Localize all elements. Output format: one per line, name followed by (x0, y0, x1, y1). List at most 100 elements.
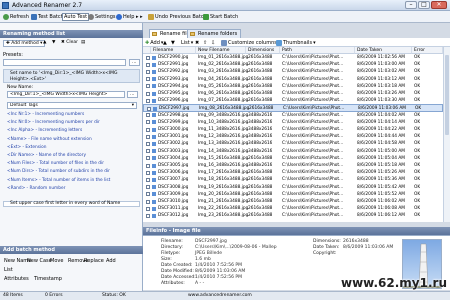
row-checkbox[interactable] (146, 149, 150, 154)
table-row[interactable]: DSCF2999.jpg Img_10_3488x2616.jpg 3488x261… (143, 119, 443, 126)
clear-button[interactable]: ✖ Clear (59, 40, 80, 47)
row-checkbox[interactable] (146, 77, 150, 82)
batch-method-timestamp[interactable]: Timestamp (34, 276, 62, 282)
auto-test-button[interactable]: Auto Test (62, 13, 90, 21)
website-link[interactable]: www.advancedrenamer.com (188, 292, 252, 300)
new-name-menu-button[interactable]: … (127, 91, 138, 98)
add-method-button[interactable]: ✚ Add method ▾ (3, 40, 46, 47)
up-icon[interactable]: ⇧ (203, 39, 207, 47)
batch-method-move[interactable]: Move (50, 258, 63, 264)
tag-item[interactable]: <Inc Nr:0> - Incrementing numbers per di… (7, 120, 100, 125)
move-up-icon[interactable]: ▲ (163, 39, 167, 47)
maximize-button[interactable]: □ (418, 1, 430, 9)
table-row[interactable]: DSCF2997.jpg Img_08_2616x3488.jpg 2616x348… (143, 104, 443, 112)
table-row[interactable]: DSCF3008.jpg Img_19_2616x3488.jpg 2616x348… (143, 184, 443, 191)
start-batch-button[interactable]: Start Batch (203, 13, 238, 21)
new-name-input[interactable]: <Img_Dir:1>_<IMG Width>x<IMG Height> (7, 91, 125, 98)
table-row[interactable]: DSCF3010.jpg Img_21_2616x3488.jpg 2616x348… (143, 198, 443, 205)
tab-rename-folders[interactable]: Rename folders (187, 29, 242, 38)
row-checkbox[interactable] (146, 91, 150, 96)
table-row[interactable]: DSCF2990.jpg Img_01_2616x3488.jpg 2616x348… (143, 54, 443, 61)
table-row[interactable]: DSCF3002.jpg Img_13_3488x2616.jpg 3488x261… (143, 140, 443, 147)
thumbnails-button[interactable]: Thumbnails ▾ (276, 39, 316, 47)
default-tags-dropdown[interactable]: Default Tags ▾ (7, 102, 137, 109)
move-down-icon[interactable]: ▼ (171, 39, 175, 47)
col-date-taken[interactable]: Date Taken (355, 47, 412, 54)
row-checkbox[interactable] (146, 206, 150, 211)
tag-item[interactable]: <Rand> - Random number (7, 186, 65, 191)
table-row[interactable]: DSCF3012.jpg Img_23_2616x3488.jpg 2616x348… (143, 212, 443, 219)
row-checkbox[interactable] (146, 62, 150, 67)
test-batch-button[interactable]: Test Batch (31, 13, 64, 21)
tag-item[interactable]: <Ext> - Extension (7, 145, 47, 150)
tag-item[interactable]: <Num Dirs> - Total number of subdirs in … (7, 169, 110, 174)
table-row[interactable]: DSCF3000.jpg Img_11_3488x2616.jpg 3488x261… (143, 126, 443, 133)
table-row[interactable]: DSCF2998.jpg Img_09_3488x2616.jpg 3488x261… (143, 112, 443, 119)
table-row[interactable]: DSCF2992.jpg Img_03_2616x3488.jpg 2616x348… (143, 68, 443, 75)
row-checkbox[interactable] (146, 170, 150, 175)
row-checkbox[interactable] (146, 113, 150, 118)
down-icon[interactable]: ⇩ (211, 39, 215, 47)
row-checkbox[interactable] (146, 98, 150, 103)
tag-item[interactable]: <Num Files> - Total number of files in t… (7, 161, 104, 166)
help-button[interactable]: Help (116, 13, 134, 21)
vertical-scrollbar[interactable] (443, 47, 450, 222)
row-checkbox[interactable] (146, 213, 150, 218)
list-button[interactable]: List ▾ (181, 39, 193, 47)
table-row[interactable]: DSCF3004.jpg Img_15_2616x3488.jpg 2616x348… (143, 155, 443, 162)
batch-method-list[interactable]: List (4, 267, 13, 273)
row-checkbox[interactable] (146, 55, 150, 60)
settings-button[interactable]: Settings (88, 13, 116, 21)
row-checkbox[interactable] (146, 192, 150, 197)
batch-method-replace[interactable]: Replace (84, 258, 104, 264)
table-row[interactable]: DSCF3011.jpg Img_22_2616x3488.jpg 2616x348… (143, 205, 443, 212)
table-row[interactable]: DSCF2996.jpg Img_07_2616x3488.jpg 2616x348… (143, 97, 443, 104)
menu-icon[interactable]: ▤ (79, 40, 87, 47)
row-checkbox[interactable] (146, 120, 150, 125)
tag-item[interactable]: <Inc Alpha> - Incrementing letters (7, 128, 82, 133)
remove-icon[interactable]: ✖ (195, 39, 199, 47)
table-row[interactable]: DSCF2993.jpg Img_04_2616x3488.jpg 2616x348… (143, 76, 443, 83)
scrollbar-thumb[interactable] (445, 55, 449, 135)
col-path[interactable]: Path (280, 47, 355, 54)
header-checkbox[interactable] (143, 47, 151, 54)
presets-menu-button[interactable]: … (129, 59, 140, 66)
move-up-icon[interactable]: ▲ (41, 40, 48, 47)
tag-item[interactable]: <Dir Name> - Name of the directory (7, 153, 86, 158)
table-row[interactable]: DSCF2995.jpg Img_06_2616x3488.jpg 2616x348… (143, 90, 443, 97)
row-checkbox[interactable] (146, 127, 150, 132)
row-checkbox[interactable] (147, 106, 151, 111)
row-checkbox[interactable] (146, 185, 150, 190)
customize-columns-button[interactable]: Customize columns (221, 39, 277, 47)
tag-item[interactable]: <Num Items> - Total number of items in t… (7, 178, 110, 183)
col-new-filename[interactable]: New Filename (196, 47, 246, 54)
batch-method-new-case[interactable]: New Case (27, 258, 52, 264)
row-checkbox[interactable] (146, 69, 150, 74)
minimize-button[interactable]: – (405, 1, 417, 9)
row-checkbox[interactable] (146, 84, 150, 89)
table-row[interactable]: DSCF3007.jpg Img_18_2616x3488.jpg 2616x348… (143, 176, 443, 183)
close-button[interactable]: ✕ (431, 1, 447, 9)
table-row[interactable]: DSCF2994.jpg Img_05_2616x3488.jpg 2616x348… (143, 83, 443, 90)
row-checkbox[interactable] (146, 141, 150, 146)
row-checkbox[interactable] (146, 177, 150, 182)
row-checkbox[interactable] (146, 199, 150, 204)
tag-item[interactable]: <Name> - File name without extension (7, 137, 92, 142)
table-row[interactable]: DSCF3003.jpg Img_14_3488x2616.jpg 3488x261… (143, 148, 443, 155)
batch-method-attributes[interactable]: Attributes (4, 276, 29, 282)
col-filename[interactable]: Filename (151, 47, 196, 54)
method-upper-case[interactable]: Set upper case first letter in every wor… (3, 201, 140, 207)
presets-select[interactable] (3, 59, 126, 66)
refresh-button[interactable]: Refresh (3, 13, 29, 21)
row-checkbox[interactable] (146, 134, 150, 139)
row-checkbox[interactable] (146, 156, 150, 161)
method-set-name[interactable]: Set name to '<Img_Dir:1>_<IMG Width>x<IM… (3, 69, 140, 83)
table-row[interactable]: DSCF3009.jpg Img_20_2616x3488.jpg 2616x348… (143, 191, 443, 198)
add-files-button[interactable]: ✚ Add ▾ (145, 39, 163, 47)
col-dimensions[interactable]: Dimensions (246, 47, 280, 54)
table-row[interactable]: DSCF2991.jpg Img_02_2616x3488.jpg 2616x348… (143, 61, 443, 68)
move-down-icon[interactable]: ▼ (50, 40, 57, 47)
tag-item[interactable]: <Inc Nr:1> - Incrementing numbers (7, 112, 84, 117)
row-checkbox[interactable] (146, 163, 150, 168)
col-error[interactable]: Error (412, 47, 443, 54)
